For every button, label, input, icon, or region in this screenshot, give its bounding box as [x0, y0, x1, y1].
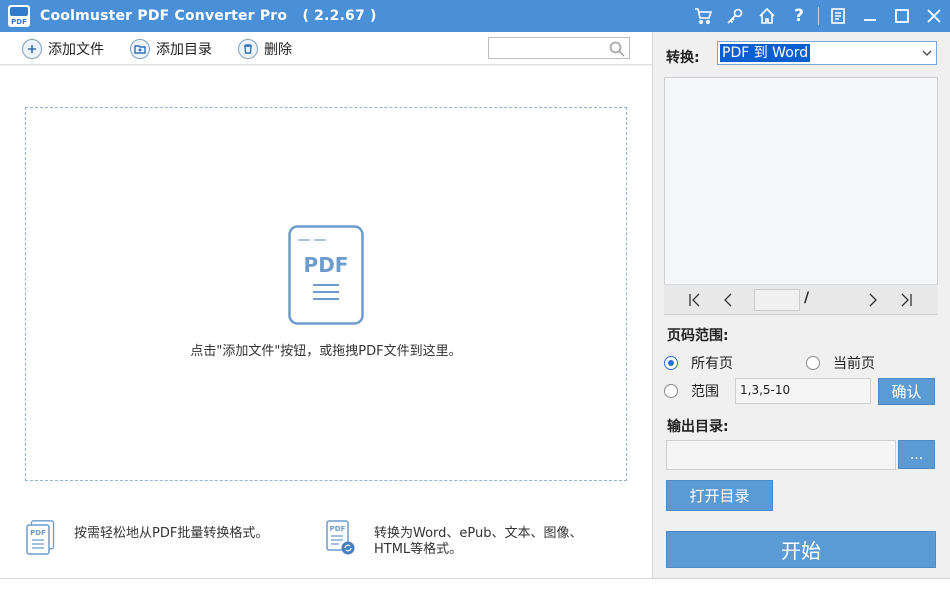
drop-hint: 点击"添加文件"按钮，或拖拽PDF文件到这里。: [190, 344, 462, 359]
output-folder-label: 输出目录:: [667, 419, 729, 435]
first-page-icon[interactable]: [686, 291, 704, 309]
browse-button[interactable]: ...: [898, 440, 935, 469]
pdf-batch-icon: PDF: [26, 520, 55, 555]
feature-formats-text: 转换为Word、ePub、文本、图像、: [374, 526, 583, 541]
minimize-icon[interactable]: [854, 0, 886, 32]
app-logo: PDF: [8, 5, 30, 27]
window-title: Coolmuster PDF Converter Pro ( 2.2.67 ): [40, 8, 377, 24]
add-file-button[interactable]: 添加文件: [22, 38, 104, 60]
radio-current-page-dot: [806, 356, 820, 370]
radio-current-page[interactable]: 当前页: [806, 353, 875, 373]
file-area: PDF 点击"添加文件"按钮，或拖拽PDF文件到这里。 PDF 按需轻松地从PD…: [0, 66, 652, 578]
radio-all-pages-dot: [664, 356, 678, 370]
add-file-icon: [22, 39, 42, 59]
search-box: [488, 37, 630, 59]
confirm-button[interactable]: 确认: [878, 378, 935, 405]
home-icon[interactable]: [751, 0, 783, 32]
pdf-document-icon: PDF: [288, 225, 364, 325]
delete-label: 删除: [264, 42, 292, 58]
start-button[interactable]: 开始: [666, 531, 936, 568]
feature-batch-text: 按需轻松地从PDF批量转换格式。: [74, 526, 269, 541]
toolbar: 添加文件 添加目录 删除: [0, 32, 652, 65]
trash-icon: [238, 39, 258, 59]
add-file-label: 添加文件: [48, 42, 104, 58]
settings-panel: 转换: PDF 到 Word / 页码范围: 所有页 当前页 范围 1,3,5-…: [652, 32, 950, 578]
pdf-document-label: PDF: [304, 253, 349, 277]
chevron-down-icon: [922, 50, 932, 56]
window-version: ( 2.2.67 ): [302, 8, 377, 24]
radio-all-pages-label: 所有页: [691, 356, 733, 372]
search-input[interactable]: [491, 40, 607, 56]
add-folder-button[interactable]: 添加目录: [130, 38, 212, 60]
page-separator: /: [804, 290, 810, 306]
radio-range-label: 范围: [691, 384, 719, 400]
feature-batch: PDF 按需轻松地从PDF批量转换格式。: [26, 520, 268, 556]
help-icon[interactable]: ?: [783, 0, 815, 32]
register-icon[interactable]: [822, 0, 854, 32]
add-folder-icon: [130, 39, 150, 59]
titlebar-separator: [818, 7, 819, 25]
key-icon[interactable]: [719, 0, 751, 32]
page-number-input[interactable]: [754, 289, 800, 311]
search-icon[interactable]: [608, 40, 626, 58]
title-bar: PDF Coolmuster PDF Converter Pro ( 2.2.6…: [0, 0, 950, 32]
app-logo-text: PDF: [11, 18, 27, 26]
pdf-convert-icon: PDF: [326, 520, 355, 555]
page-range-label: 页码范围:: [667, 328, 729, 344]
status-bar: [0, 578, 950, 607]
radio-range[interactable]: 范围: [664, 381, 719, 401]
convert-format-select[interactable]: PDF 到 Word: [717, 41, 937, 65]
output-folder-input[interactable]: [666, 440, 896, 470]
svg-text:PDF: PDF: [30, 529, 46, 537]
convert-format-value: PDF 到 Word: [720, 44, 811, 62]
convert-label: 转换:: [666, 50, 700, 66]
radio-current-page-label: 当前页: [833, 356, 875, 372]
maximize-icon[interactable]: [886, 0, 918, 32]
last-page-icon[interactable]: [897, 291, 915, 309]
close-icon[interactable]: [918, 0, 950, 32]
radio-all-pages[interactable]: 所有页: [664, 353, 733, 373]
preview-area: [664, 77, 938, 315]
radio-range-dot: [664, 384, 678, 398]
svg-text:PDF: PDF: [330, 525, 346, 533]
feature-formats-text-2: HTML等格式。: [374, 542, 463, 557]
next-page-icon[interactable]: [864, 291, 882, 309]
add-folder-label: 添加目录: [156, 42, 212, 58]
page-navigator: /: [664, 284, 938, 314]
range-input[interactable]: 1,3,5-10: [735, 378, 871, 404]
prev-page-icon[interactable]: [719, 291, 737, 309]
delete-button[interactable]: 删除: [238, 38, 292, 60]
feature-formats: PDF 转换为Word、ePub、文本、图像、 HTML等格式。: [326, 520, 583, 558]
drop-zone[interactable]: PDF 点击"添加文件"按钮，或拖拽PDF文件到这里。: [25, 107, 627, 481]
cart-icon[interactable]: [687, 0, 719, 32]
open-folder-button[interactable]: 打开目录: [666, 480, 773, 511]
